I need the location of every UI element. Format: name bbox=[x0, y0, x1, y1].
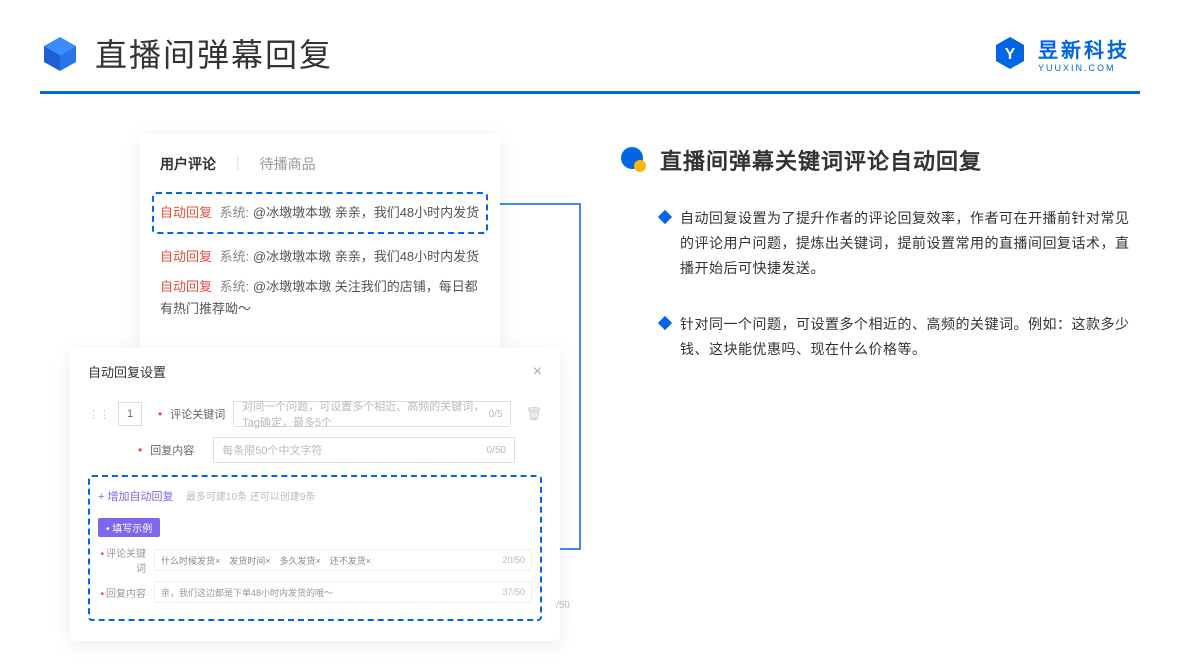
ex-kw-counter: 20/50 bbox=[502, 555, 525, 565]
comments-card: 用户评论 | 待播商品 自动回复 系统: @冰墩墩本墩 亲亲，我们48小时内发货… bbox=[140, 134, 500, 358]
required-dot: • bbox=[138, 443, 142, 457]
comment-text: @冰墩墩本墩 亲亲，我们48小时内发货 bbox=[253, 205, 479, 220]
example-content-row: •回复内容 亲，我们这边都是下单48小时内发货的哦～ 37/50 bbox=[98, 581, 532, 603]
page-title: 直播间弹幕回复 bbox=[95, 30, 333, 76]
diamond-icon bbox=[658, 210, 672, 224]
svg-text:Y: Y bbox=[1005, 46, 1016, 63]
settings-title: 自动回复设置 bbox=[88, 362, 166, 381]
diamond-icon bbox=[658, 315, 672, 329]
bubble-icon bbox=[620, 146, 648, 174]
system-label: 系统: bbox=[220, 205, 250, 220]
keyword-placeholder: 对同一个问题，可设置多个相近、高频的关键词，Tag确定，最多5个 bbox=[242, 398, 488, 430]
system-label: 系统: bbox=[220, 279, 250, 294]
example-keyword-row: •评论关键词 什么时候发货× 发货时间× 多久发货× 还不发货× 20/50 bbox=[98, 545, 532, 575]
ex-kw-label: 评论关键词 bbox=[106, 549, 146, 575]
example-section: + 增加自动回复 最多可建10条 还可以创建9条 • 填写示例 •评论关键词 什… bbox=[88, 475, 542, 621]
section-title: 直播间弹幕关键词评论自动回复 bbox=[660, 144, 982, 176]
settings-header: 自动回复设置 × bbox=[88, 362, 542, 381]
bullet-text-2: 针对同一个问题，可设置多个相近的、高频的关键词。例如：这款多少钱、这块能优惠吗、… bbox=[680, 312, 1130, 362]
cube-icon bbox=[40, 33, 80, 73]
auto-reply-badge: 自动回复 bbox=[160, 279, 212, 294]
system-label: 系统: bbox=[220, 249, 250, 264]
comment-text: @冰墩墩本墩 亲亲，我们48小时内发货 bbox=[253, 249, 479, 264]
content-counter: 0/50 bbox=[487, 445, 506, 456]
form-row-content: • 回复内容 每条限50个中文字符 0/50 bbox=[88, 437, 542, 463]
form-row-keyword: ⋮⋮ 1 • 评论关键词 对同一个问题，可设置多个相近、高频的关键词，Tag确定… bbox=[88, 401, 542, 427]
required-dot: • bbox=[158, 407, 162, 421]
content-input[interactable]: 每条限50个中文字符 0/50 bbox=[213, 437, 515, 463]
add-auto-reply-link[interactable]: + 增加自动回复 bbox=[98, 488, 173, 504]
bullet-item-2: 针对同一个问题，可设置多个相近的、高频的关键词。例如：这款多少钱、这块能优惠吗、… bbox=[620, 312, 1130, 362]
brand-name: 昱新科技 bbox=[1038, 40, 1130, 62]
ex-content-counter: 37/50 bbox=[502, 587, 525, 597]
outer-counter: /50 bbox=[556, 600, 570, 611]
content-placeholder: 每条限50个中文字符 bbox=[222, 442, 322, 458]
example-keyword-input: 什么时候发货× 发货时间× 多久发货× 还不发货× 20/50 bbox=[154, 549, 532, 571]
add-hint: 最多可建10条 还可以创建9条 bbox=[186, 492, 315, 503]
close-icon[interactable]: × bbox=[533, 363, 542, 381]
settings-card: 自动回复设置 × ⋮⋮ 1 • 评论关键词 对同一个问题，可设置多个相近、高频的… bbox=[70, 348, 560, 641]
ex-content-label: 回复内容 bbox=[106, 589, 146, 600]
brand-sub: YUUXIN.COM bbox=[1038, 63, 1130, 73]
sequence-number[interactable]: 1 bbox=[118, 402, 142, 426]
bullet-item-1: 自动回复设置为了提升作者的评论回复效率，作者可在开播前针对常见的评论用户问题，提… bbox=[620, 206, 1130, 282]
header-left: 直播间弹幕回复 bbox=[40, 30, 333, 76]
ex-tags: 什么时候发货× 发货时间× 多久发货× 还不发货× bbox=[161, 554, 371, 567]
example-tag: • 填写示例 bbox=[98, 518, 160, 537]
content: 用户评论 | 待播商品 自动回复 系统: @冰墩墩本墩 亲亲，我们48小时内发货… bbox=[0, 94, 1180, 641]
right-column: 直播间弹幕关键词评论自动回复 自动回复设置为了提升作者的评论回复效率，作者可在开… bbox=[620, 134, 1130, 641]
ex-content-text: 亲，我们这边都是下单48小时内发货的哦～ bbox=[161, 586, 333, 599]
auto-reply-badge: 自动回复 bbox=[160, 249, 212, 264]
left-column: 用户评论 | 待播商品 自动回复 系统: @冰墩墩本墩 亲亲，我们48小时内发货… bbox=[70, 134, 570, 641]
comment-row: 自动回复 系统: @冰墩墩本墩 亲亲，我们48小时内发货 bbox=[160, 246, 480, 268]
drag-handle-icon[interactable]: ⋮⋮ bbox=[88, 408, 110, 421]
section-head: 直播间弹幕关键词评论自动回复 bbox=[620, 144, 1130, 176]
keyword-counter: 0/5 bbox=[489, 409, 503, 420]
keyword-input[interactable]: 对同一个问题，可设置多个相近、高频的关键词，Tag确定，最多5个 0/5 bbox=[233, 401, 511, 427]
tab-pending-goods[interactable]: 待播商品 bbox=[260, 154, 316, 174]
brand-icon: Y bbox=[992, 35, 1028, 71]
highlighted-comment: 自动回复 系统: @冰墩墩本墩 亲亲，我们48小时内发货 bbox=[152, 192, 488, 234]
brand-logo: Y 昱新科技 YUUXIN.COM bbox=[992, 34, 1130, 73]
keyword-label: 评论关键词 bbox=[170, 406, 225, 422]
bullet-text-1: 自动回复设置为了提升作者的评论回复效率，作者可在开播前针对常见的评论用户问题，提… bbox=[680, 206, 1130, 282]
tabs: 用户评论 | 待播商品 bbox=[160, 154, 480, 174]
comment-row: 自动回复 系统: @冰墩墩本墩 关注我们的店铺，每日都有热门推荐呦～ bbox=[160, 276, 480, 320]
content-label: 回复内容 bbox=[150, 442, 205, 458]
tab-user-comments[interactable]: 用户评论 bbox=[160, 154, 216, 174]
trash-icon[interactable]: 🗑 bbox=[525, 406, 542, 422]
auto-reply-badge: 自动回复 bbox=[160, 205, 212, 220]
header: 直播间弹幕回复 Y 昱新科技 YUUXIN.COM bbox=[0, 0, 1180, 91]
example-content-input: 亲，我们这边都是下单48小时内发货的哦～ 37/50 bbox=[154, 581, 532, 603]
